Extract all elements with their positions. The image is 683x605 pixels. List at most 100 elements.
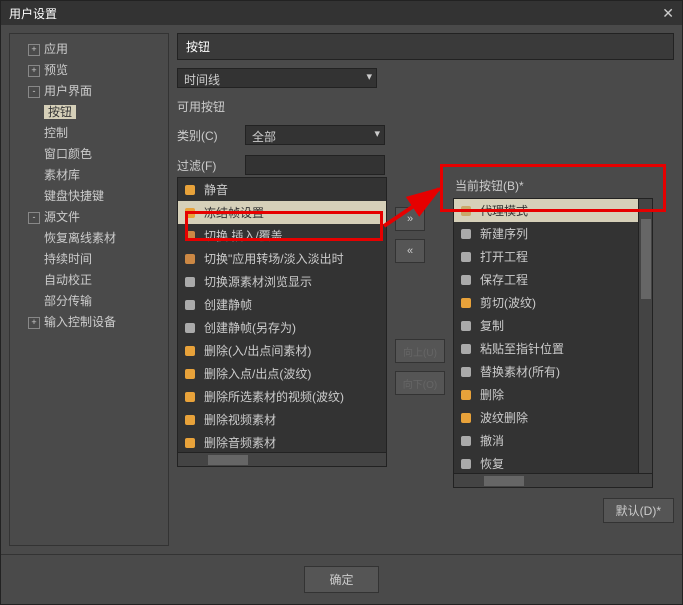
tree-item[interactable]: 自动校正 [14, 269, 164, 290]
h-scrollbar[interactable] [454, 473, 652, 487]
filter-label: 过滤(F) [177, 157, 237, 174]
list-item[interactable]: 创建静帧 [178, 293, 386, 316]
item-icon [458, 226, 474, 242]
list-item[interactable]: 切换源素材浏览显示 [178, 270, 386, 293]
list-item[interactable]: 波纹删除 [454, 406, 638, 429]
item-label: 切换 插入/覆盖 [204, 227, 283, 244]
list-item[interactable]: 切换 插入/覆盖 [178, 224, 386, 247]
item-icon [182, 182, 198, 198]
list-item[interactable]: 替换素材(所有) [454, 360, 638, 383]
v-scrollbar[interactable] [638, 199, 652, 473]
item-icon [458, 341, 474, 357]
item-icon [182, 366, 198, 382]
item-label: 静音 [204, 181, 228, 198]
move-up-button[interactable]: 向上(U) [395, 339, 445, 363]
item-icon [458, 364, 474, 380]
list-item[interactable]: 恢复 [454, 452, 638, 473]
list-item[interactable]: 保存工程 [454, 268, 638, 291]
default-button[interactable]: 默认(D)* [603, 498, 674, 523]
item-label: 删除所选素材的视频(波纹) [204, 388, 344, 405]
titlebar: 用户设置 ✕ [1, 1, 682, 25]
item-icon [458, 272, 474, 288]
section-header: 按钮 [177, 33, 674, 60]
item-icon [182, 343, 198, 359]
tree-item[interactable]: 应用 [14, 38, 164, 59]
item-label: 删除音频素材 [204, 434, 276, 451]
item-icon [182, 251, 198, 267]
item-icon [182, 205, 198, 221]
tree-item[interactable]: 源文件 [14, 206, 164, 227]
tree-item[interactable]: 预览 [14, 59, 164, 80]
list-item[interactable]: 粘贴至指针位置 [454, 337, 638, 360]
item-icon [182, 389, 198, 405]
item-label: 删除(入/出点间素材) [204, 342, 311, 359]
item-label: 创建静帧(另存为) [204, 319, 296, 336]
list-item[interactable]: 删除音频素材 [178, 431, 386, 452]
list-item[interactable]: 新建序列 [454, 222, 638, 245]
remove-button[interactable]: « [395, 239, 425, 263]
item-label: 复制 [480, 317, 504, 334]
list-item[interactable]: 删除视频素材 [178, 408, 386, 431]
item-icon [182, 274, 198, 290]
list-item[interactable]: 创建静帧(另存为) [178, 316, 386, 339]
item-icon [182, 320, 198, 336]
item-label: 打开工程 [480, 248, 528, 265]
available-buttons-label: 可用按钮 [177, 98, 237, 115]
item-label: 创建静帧 [204, 296, 252, 313]
item-label: 切换源素材浏览显示 [204, 273, 312, 290]
add-button[interactable]: » [395, 207, 425, 231]
item-icon [458, 318, 474, 334]
list-item[interactable]: 切换"应用转场/淡入淡出时 [178, 247, 386, 270]
tree-item[interactable]: 窗口颜色 [14, 143, 164, 164]
window-title: 用户设置 [9, 5, 57, 22]
item-label: 删除入点/出点(波纹) [204, 365, 311, 382]
close-icon[interactable]: ✕ [662, 5, 674, 22]
item-label: 剪切(波纹) [480, 294, 536, 311]
item-label: 波纹删除 [480, 409, 528, 426]
nav-tree: 应用预览用户界面按钮控制窗口颜色素材库键盘快捷键源文件恢复离线素材持续时间自动校… [9, 33, 169, 546]
filter-input[interactable] [245, 155, 385, 175]
list-item[interactable]: 撤消 [454, 429, 638, 452]
item-label: 删除视频素材 [204, 411, 276, 428]
tree-item[interactable]: 部分传输 [14, 290, 164, 311]
item-icon [458, 249, 474, 265]
move-down-button[interactable]: 向下(O) [395, 371, 445, 395]
list-item[interactable]: 剪切(波纹) [454, 291, 638, 314]
item-label: 代理模式 [480, 202, 528, 219]
list-item[interactable]: 删除入点/出点(波纹) [178, 362, 386, 385]
current-buttons-label: 当前按钮(B)* [453, 177, 653, 194]
list-item[interactable]: 删除 [454, 383, 638, 406]
tree-item[interactable]: 恢复离线素材 [14, 227, 164, 248]
item-label: 新建序列 [480, 225, 528, 242]
h-scrollbar[interactable] [178, 452, 386, 466]
category-label: 类别(C) [177, 127, 237, 144]
tree-item[interactable]: 按钮 [14, 101, 164, 122]
list-item[interactable]: 打开工程 [454, 245, 638, 268]
ok-button[interactable]: 确定 [304, 566, 378, 593]
tree-item[interactable]: 持续时间 [14, 248, 164, 269]
item-label: 替换素材(所有) [480, 363, 560, 380]
item-label: 粘贴至指针位置 [480, 340, 564, 357]
current-list[interactable]: 代理模式新建序列打开工程保存工程剪切(波纹) 复制粘贴至指针位置替换素材(所有) 删… [453, 198, 653, 488]
tree-item[interactable]: 用户界面 [14, 80, 164, 101]
tree-item[interactable]: 键盘快捷键 [14, 185, 164, 206]
item-label: 冻结帧设置 [204, 204, 264, 221]
list-item[interactable]: 冻结帧设置 [178, 201, 386, 224]
list-item[interactable]: 复制 [454, 314, 638, 337]
tree-item[interactable]: 素材库 [14, 164, 164, 185]
list-item[interactable]: 删除(入/出点间素材) [178, 339, 386, 362]
item-icon [458, 410, 474, 426]
category-dropdown[interactable]: 全部 [245, 125, 385, 145]
preset-dropdown[interactable]: 时间线 [177, 68, 377, 88]
item-label: 恢复 [480, 455, 504, 472]
tree-item[interactable]: 控制 [14, 122, 164, 143]
list-item[interactable]: 静音 [178, 178, 386, 201]
item-icon [182, 435, 198, 451]
list-item[interactable]: 删除所选素材的视频(波纹) [178, 385, 386, 408]
list-item[interactable]: 代理模式 [454, 199, 638, 222]
item-label: 删除 [480, 386, 504, 403]
item-label: 撤消 [480, 432, 504, 449]
available-list[interactable]: 静音冻结帧设置切换 插入/覆盖切换"应用转场/淡入淡出时切换源素材浏览显示创建静… [177, 177, 387, 467]
item-icon [458, 203, 474, 219]
tree-item[interactable]: 输入控制设备 [14, 311, 164, 332]
